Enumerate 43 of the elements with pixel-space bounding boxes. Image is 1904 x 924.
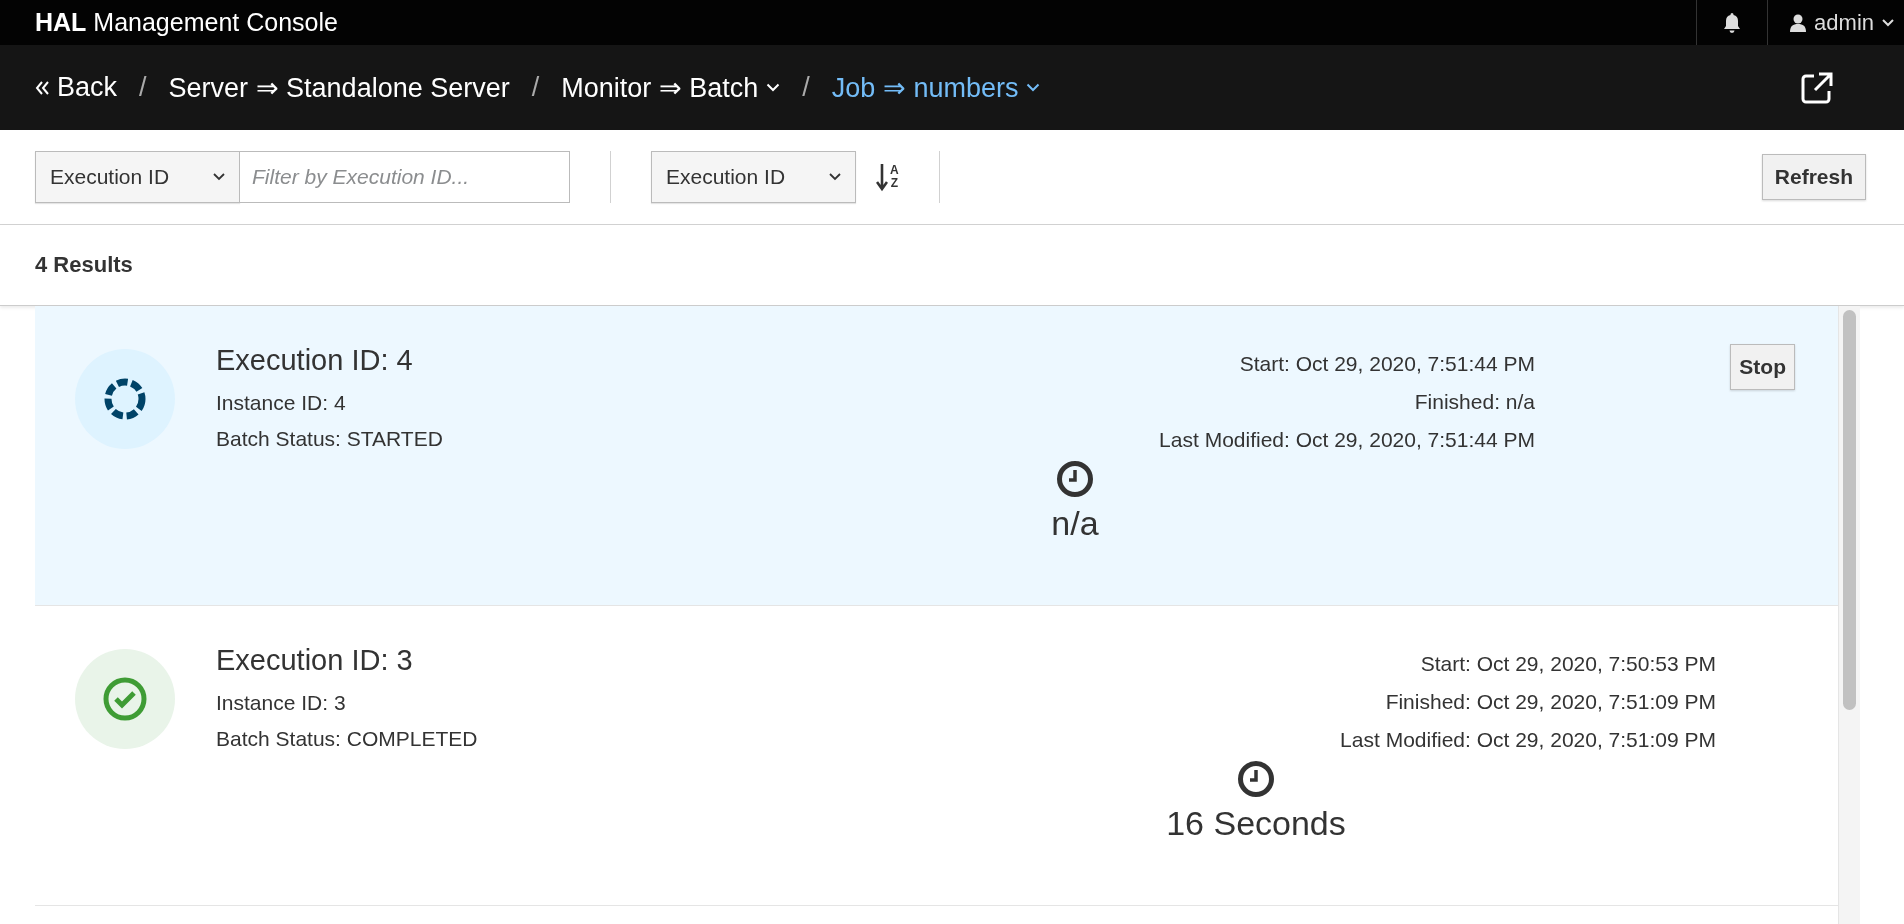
start-time: Start: Oct 29, 2020, 7:50:53 PM [1420,652,1716,676]
execution-title: Execution ID: 3 [216,644,414,677]
scrollbar-thumb[interactable] [1843,310,1856,710]
finished-time: Finished: n/a [1414,390,1535,414]
bell-icon [1723,12,1742,33]
filter-field-select[interactable]: Execution ID [35,151,240,203]
check-circle-icon [102,676,148,722]
breadcrumb-item[interactable]: Job ⇒ numbers [831,71,1041,104]
filter-input[interactable]: Filter by Execution ID... [240,151,570,203]
batch-status: Batch Status: STARTED [216,427,444,451]
app-title: HAL Management Console [35,8,338,37]
execution-title: Execution ID: 4 [216,344,414,377]
execution-item[interactable]: Execution ID: 3 Instance ID: 3 Batch Status: COMPLETED Start: Oct 29, 2020, 7:50:53 PM Finished: Oct 29, 2020, 7:51:09 PM Last Modified: Oct 29, 2020, 7:51:09 PM 16 Seconds [35,606,1838,906]
breadcrumb-separator: / [139,72,147,103]
caret-icon [829,173,841,181]
breadcrumb-separator: / [802,72,810,103]
scrollbar[interactable] [1838,306,1860,924]
back-link[interactable]: Back [35,72,118,103]
instance-id: Instance ID: 4 [216,391,347,415]
sort-order-button[interactable]: A Z [876,162,899,192]
batch-status: Batch Status: COMPLETED [216,727,479,751]
breadcrumb-item[interactable]: Monitor ⇒ Batch [561,71,781,104]
duration: 16 Seconds [1166,804,1346,843]
breadcrumb-separator: / [531,72,540,103]
start-time: Start: Oct 29, 2020, 7:51:44 PM [1239,352,1535,376]
duration: n/a [1051,504,1099,543]
refresh-button[interactable]: Refresh [1761,154,1866,200]
user-icon [1790,13,1807,32]
breadcrumb-item[interactable]: Server ⇒ Standalone Server [168,71,510,104]
external-link-icon[interactable] [1800,70,1834,105]
last-modified-time: Last Modified: Oct 29, 2020, 7:51:44 PM [1159,428,1535,452]
caret-icon [1882,18,1894,27]
caret-icon [213,173,225,181]
spinner-icon [102,376,148,422]
clock-icon [1237,760,1275,798]
last-modified-time: Last Modified: Oct 29, 2020, 7:51:09 PM [1340,728,1716,752]
sort-field-select[interactable]: Execution ID [651,151,856,203]
instance-id: Instance ID: 3 [216,691,347,715]
stop-button[interactable]: Stop [1730,344,1795,390]
clock-icon [1056,460,1094,498]
finished-time: Finished: Oct 29, 2020, 7:51:09 PM [1385,690,1716,714]
double-chevron-icon [35,79,49,96]
execution-item[interactable]: Execution ID: 4 Instance ID: 4 Batch Status: STARTED Start: Oct 29, 2020, 7:51:44 PM Finished: n/a Last Modified: Oct 29, 2020, 7:51:44 PM n/a Stop [35,306,1838,606]
